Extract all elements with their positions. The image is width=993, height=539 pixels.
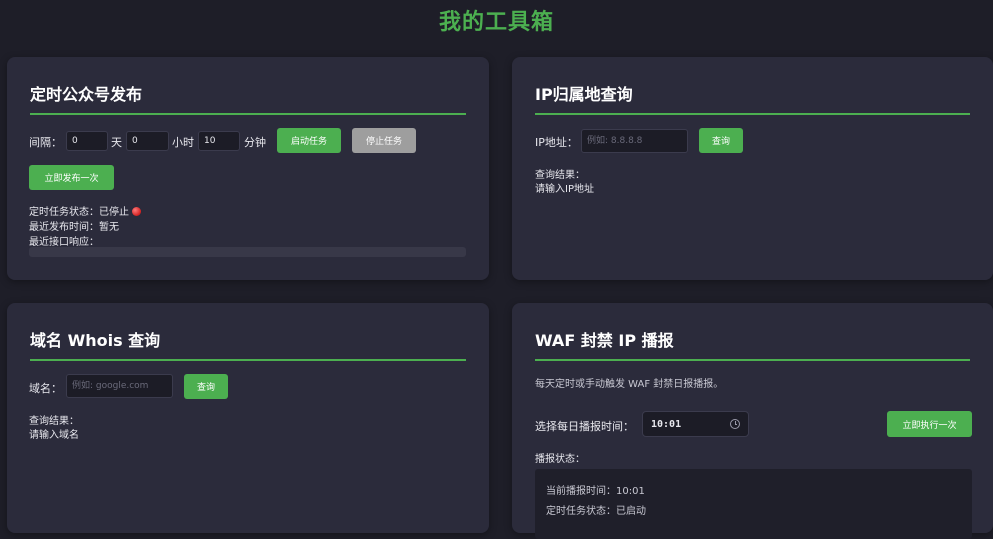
last-publish-label: 最近发布时间：	[29, 222, 99, 233]
whois-query-button[interactable]: 查询	[184, 374, 228, 399]
report-time-value: 10:01	[651, 418, 682, 430]
schedule-card-title: 定时公众号发布	[30, 81, 466, 115]
hours-unit-label: 小时	[172, 136, 194, 149]
ip-result-value: 请输入IP地址	[535, 184, 594, 195]
schedule-card: 定时公众号发布 间隔： 天 小时 分钟 启动任务 停止任务 立即发布一次 定时任…	[7, 57, 489, 280]
page-title: 我的工具箱	[438, 10, 554, 35]
minutes-input[interactable]	[198, 131, 240, 151]
domain-input[interactable]	[66, 374, 173, 398]
whois-result-value: 请输入域名	[29, 430, 79, 441]
ip-query-button[interactable]: 查询	[699, 128, 743, 153]
ip-lookup-card-title: IP归属地查询	[535, 81, 970, 115]
ip-result-label: 查询结果：	[535, 170, 585, 181]
task-status-label: 定时任务状态：	[29, 207, 99, 218]
whois-result-label: 查询结果：	[29, 416, 79, 427]
task-status-line: 定时任务状态：已停止	[29, 203, 141, 218]
waf-card-title: WAF 封禁 IP 播报	[535, 327, 970, 361]
last-publish-value: 暂无	[99, 222, 119, 233]
publish-now-button[interactable]: 立即发布一次	[29, 165, 114, 190]
domain-field-label: 域名：	[29, 382, 62, 395]
stop-task-button[interactable]: 停止任务	[352, 128, 416, 153]
whois-card-title: 域名 Whois 查询	[30, 327, 466, 361]
current-report-time: 当前播报时间：10:01	[546, 486, 645, 497]
waf-card: WAF 封禁 IP 播报 每天定时或手动触发 WAF 封禁日报播报。 选择每日播…	[512, 303, 993, 539]
whois-card: 域名 Whois 查询 域名： 查询 查询结果： 请输入域名	[7, 303, 489, 533]
start-task-button[interactable]: 启动任务	[277, 128, 341, 153]
days-input[interactable]	[66, 131, 108, 151]
minutes-unit-label: 分钟	[244, 136, 266, 149]
report-status-box: 当前播报时间：10:01 定时任务状态：已启动	[535, 469, 972, 539]
ip-input[interactable]	[581, 129, 688, 153]
days-unit-label: 天	[111, 136, 122, 149]
waf-description: 每天定时或手动触发 WAF 封禁日报播报。	[535, 379, 724, 390]
hours-input[interactable]	[126, 131, 169, 151]
ip-lookup-card: IP归属地查询 IP地址： 查询 查询结果： 请输入IP地址	[512, 57, 993, 280]
last-response-label: 最近接口响应：	[29, 237, 99, 248]
run-now-button[interactable]: 立即执行一次	[887, 411, 972, 437]
interval-label: 间隔：	[29, 136, 62, 149]
red-dot-icon	[132, 207, 141, 216]
last-publish-line: 最近发布时间：暂无	[29, 218, 119, 233]
clock-icon	[730, 419, 740, 429]
task-status-value: 已停止	[99, 207, 129, 218]
report-time-input[interactable]: 10:01	[642, 411, 749, 437]
report-time-label: 选择每日播报时间：	[535, 420, 634, 433]
response-bar	[29, 247, 466, 257]
scheduled-task-status: 定时任务状态：已启动	[546, 506, 646, 517]
ip-field-label: IP地址：	[535, 136, 578, 149]
report-status-label: 播报状态：	[535, 454, 585, 465]
